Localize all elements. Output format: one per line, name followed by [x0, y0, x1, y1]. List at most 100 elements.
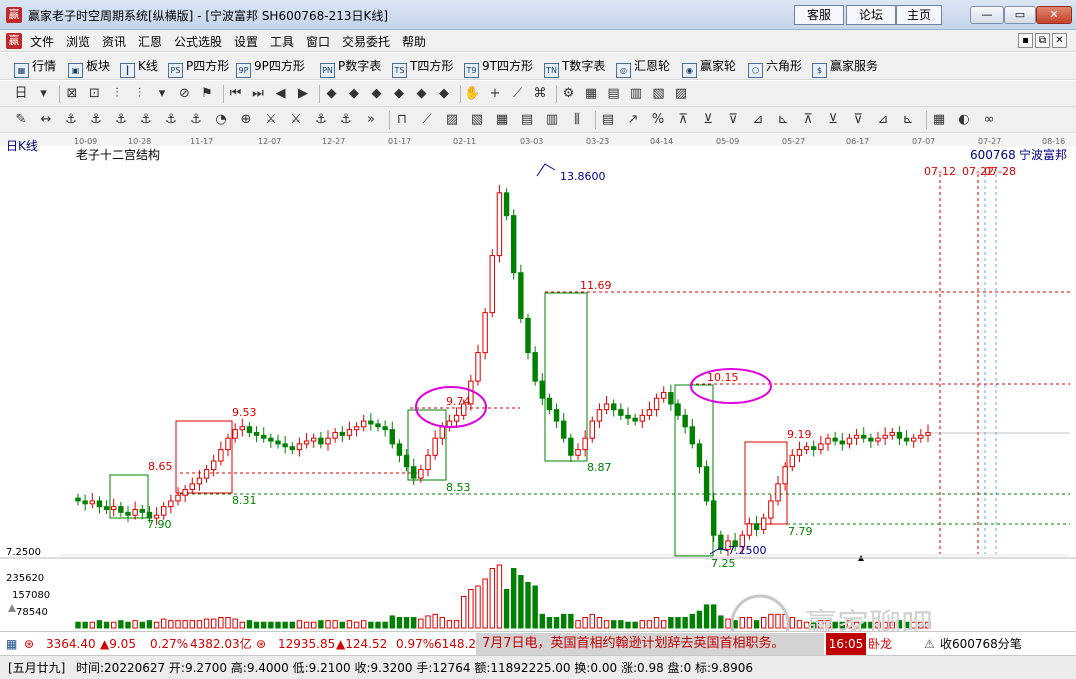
tb3-tool-icon[interactable]: ⚓	[87, 111, 105, 129]
menu-window[interactable]: 窗口	[306, 33, 330, 50]
tb3-tool-icon[interactable]: ⊻	[824, 111, 842, 129]
service-link[interactable]: 客服	[794, 5, 844, 25]
sh-index-icon[interactable]: ⊛	[24, 633, 34, 655]
tb3-tool-icon[interactable]: ◔	[212, 111, 230, 129]
tb3-tool-icon[interactable]: ⫼	[568, 111, 586, 129]
toolbar-9t-button[interactable]: T9 9T四方形	[464, 57, 533, 78]
toolbar-ps-button[interactable]: PS P四方形	[168, 57, 229, 78]
toolbar-wheel-button[interactable]: ◎ 汇恩轮	[616, 57, 670, 78]
tb2-tool-icon[interactable]: ▦	[582, 85, 600, 103]
tb3-tool-icon[interactable]: ▤	[518, 111, 536, 129]
tb2-tool-icon[interactable]: ⊡	[86, 85, 104, 103]
alert-text[interactable]: 收600768分笔	[940, 633, 1022, 655]
tb3-tool-icon[interactable]: ⊾	[899, 111, 917, 129]
tb2-tool-icon[interactable]: ▧	[650, 85, 668, 103]
menu-formula-screen[interactable]: 公式选股	[174, 33, 222, 50]
tb3-tool-icon[interactable]: ⊿	[874, 111, 892, 129]
toolbar-tn-button[interactable]: TN T数字表	[544, 57, 605, 78]
forum-link[interactable]: 论坛	[846, 5, 896, 25]
toolbar-hexagon-button[interactable]: ⬡ 六角形	[748, 57, 802, 78]
toolbar-candles-button[interactable]: ┃ K线	[120, 57, 158, 78]
tb2-tool-icon[interactable]: ⊘	[176, 85, 194, 103]
tb3-tool-icon[interactable]: ▧	[468, 111, 486, 129]
news-ticker[interactable]: 7月7日电，英国首相约翰逊计划辞去英国首相职务。	[476, 633, 824, 655]
menu-info[interactable]: 资讯	[102, 33, 126, 50]
tb3-tool-icon[interactable]: ∞	[980, 111, 998, 129]
tb2-tool-icon[interactable]: ⏮	[227, 85, 245, 103]
toolbar-ts-button[interactable]: TS T四方形	[392, 57, 453, 78]
tb2-tool-icon[interactable]: ⫶	[131, 85, 149, 103]
menu-browse[interactable]: 浏览	[66, 33, 90, 50]
minimize-button[interactable]: —	[970, 6, 1004, 24]
tb2-tool-icon[interactable]: ▥	[627, 85, 645, 103]
tb2-tool-icon[interactable]: ◆	[413, 85, 431, 103]
tb2-tool-icon[interactable]: ▤	[605, 85, 623, 103]
menu-help[interactable]: 帮助	[402, 33, 426, 50]
tb3-tool-icon[interactable]: ⊼	[674, 111, 692, 129]
tb3-tool-icon[interactable]: ▨	[443, 111, 461, 129]
menu-settings[interactable]: 设置	[234, 33, 258, 50]
tb3-tool-icon[interactable]: ⚓	[312, 111, 330, 129]
tb2-tool-icon[interactable]: ✋	[464, 85, 482, 103]
tb2-tool-icon[interactable]: ⊠	[63, 85, 81, 103]
tb2-tool-icon[interactable]: ◆	[368, 85, 386, 103]
restore-button[interactable]: ▭	[1004, 6, 1036, 24]
tb2-tool-icon[interactable]: +	[486, 85, 504, 103]
tb3-tool-icon[interactable]: ↔	[37, 111, 55, 129]
tb3-tool-icon[interactable]: ⊓	[393, 111, 411, 129]
tb2-tool-icon[interactable]: ◆	[390, 85, 408, 103]
tb3-tool-icon[interactable]: ▥	[543, 111, 561, 129]
tb3-tool-icon[interactable]: ⊽	[849, 111, 867, 129]
toolbar-dollar-button[interactable]: $ 赢家服务	[812, 57, 878, 78]
toolbar-9p-button[interactable]: 9P 9P四方形	[236, 57, 305, 78]
tb2-tool-icon[interactable]: ◆	[435, 85, 453, 103]
tb3-tool-icon[interactable]: %	[649, 111, 667, 129]
tb3-tool-icon[interactable]: ⚓	[137, 111, 155, 129]
toolbar-grid-button[interactable]: ▦ 行情	[14, 57, 56, 78]
tb3-tool-icon[interactable]: ⚓	[187, 111, 205, 129]
alert-bell-icon[interactable]: ⚠	[924, 633, 935, 655]
tb2-tool-icon[interactable]: ⚙	[560, 85, 578, 103]
tb2-tool-icon[interactable]: ⫶	[108, 85, 126, 103]
menu-file[interactable]: 文件	[30, 33, 54, 50]
tb3-tool-icon[interactable]: ⊻	[699, 111, 717, 129]
mdi-close-button[interactable]: ✕	[1052, 33, 1067, 48]
tb3-tool-icon[interactable]: ⚓	[162, 111, 180, 129]
tb2-tool-icon[interactable]: ◀	[272, 85, 290, 103]
tb3-tool-icon[interactable]: ⚔	[287, 111, 305, 129]
kline-chart[interactable]: 10-09 10-28 11-17 12-07 12-27 01-17 02-11 03-03…	[0, 134, 1076, 631]
tb2-tool-icon[interactable]: ▶	[294, 85, 312, 103]
status-grid-icon[interactable]: ▦	[6, 633, 17, 655]
tb3-tool-icon[interactable]: ▤	[599, 111, 617, 129]
tb3-tool-icon[interactable]: ⚓	[112, 111, 130, 129]
home-link[interactable]: 主页	[896, 5, 942, 25]
menu-trade[interactable]: 交易委托	[342, 33, 390, 50]
tb3-tool-icon[interactable]: »	[362, 111, 380, 129]
tb3-tool-icon[interactable]: ⊽	[724, 111, 742, 129]
toolbar-blocks-button[interactable]: ▣ 板块	[68, 57, 110, 78]
tb2-tool-icon[interactable]: ⏭	[249, 85, 267, 103]
tb3-tool-icon[interactable]: ⊿	[749, 111, 767, 129]
tb2-tool-icon[interactable]: ◆	[323, 85, 341, 103]
menu-huien[interactable]: 汇恩	[138, 33, 162, 50]
tb2-tool-icon[interactable]: ⟋	[509, 85, 527, 103]
kline-chart-panel[interactable]: 10-09 10-28 11-17 12-07 12-27 01-17 02-11 03-03…	[0, 134, 1076, 631]
tb2-tool-icon[interactable]: ▨	[672, 85, 690, 103]
tb2-tool-icon[interactable]: ⚑	[198, 85, 216, 103]
mdi-minimize-button[interactable]: ▪	[1018, 33, 1033, 48]
mdi-restore-button[interactable]: ⧉	[1035, 33, 1050, 48]
tb3-tool-icon[interactable]: ▦	[930, 111, 948, 129]
close-button[interactable]: ✕	[1036, 6, 1072, 24]
tb3-tool-icon[interactable]: ⊕	[237, 111, 255, 129]
toolbar-pn-button[interactable]: PN P数字表	[320, 57, 381, 78]
tb3-tool-icon[interactable]: ⊾	[774, 111, 792, 129]
tb2-tool-icon[interactable]: ▾	[35, 85, 53, 103]
sz-index-icon[interactable]: ⊛	[256, 633, 266, 655]
toolbar-winner-wheel-button[interactable]: ◉ 赢家轮	[682, 57, 736, 78]
menu-tools[interactable]: 工具	[270, 33, 294, 50]
tb3-tool-icon[interactable]: ✎	[12, 111, 30, 129]
tb3-tool-icon[interactable]: ↗	[624, 111, 642, 129]
tb3-tool-icon[interactable]: ⚓	[337, 111, 355, 129]
tb2-tool-icon[interactable]: ▾	[153, 85, 171, 103]
tb3-tool-icon[interactable]: ▦	[493, 111, 511, 129]
